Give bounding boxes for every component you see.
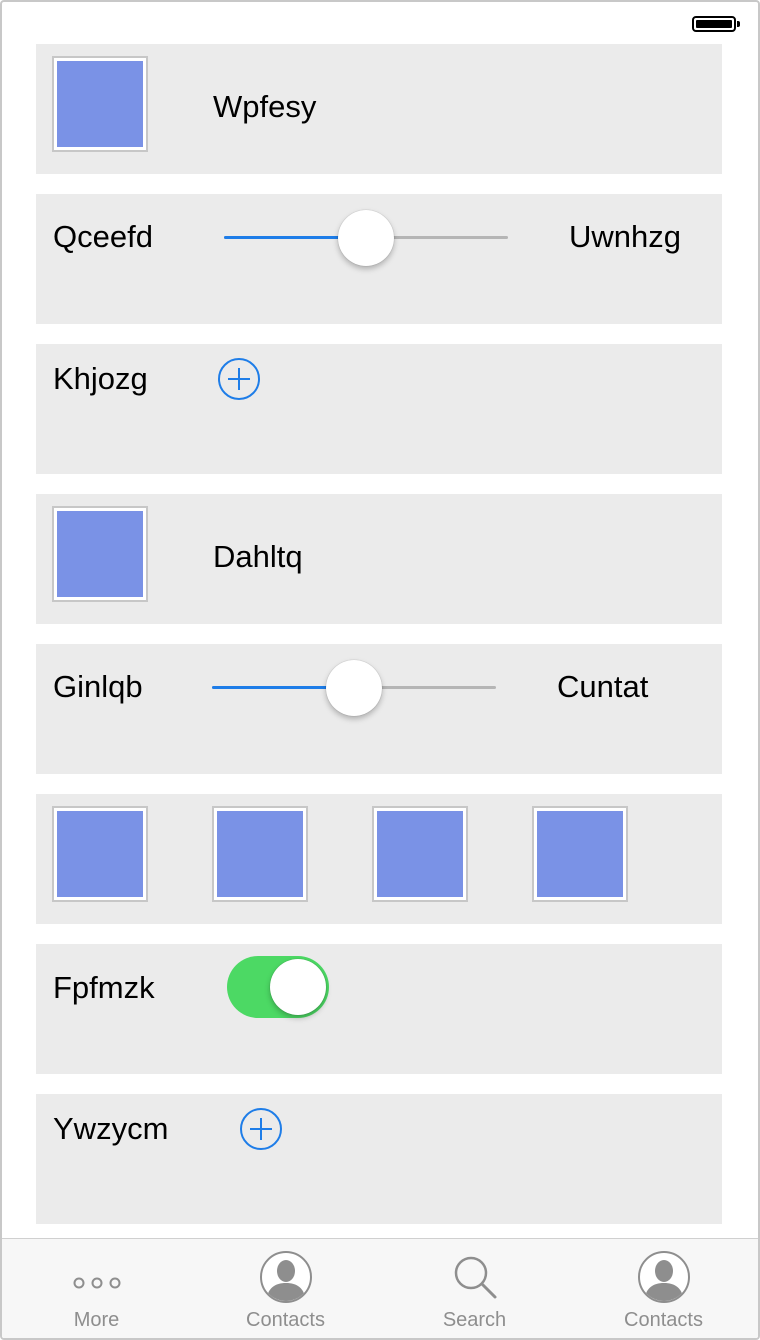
list-row-wpfesy: Wpfesy [36,44,722,174]
list-row-ywzycm: Ywzycm [36,1094,722,1224]
tab-label: Contacts [624,1309,703,1331]
app-screen: Wpfesy Qceefd Uwnhzg Khjozg Dahltq Ginlq… [0,0,760,1340]
list-row-slider-1: Qceefd Uwnhzg [36,194,722,324]
row-label: Fpfmzk [53,970,155,1005]
tab-label: Search [442,1309,507,1331]
list-row-khjozg: Khjozg [36,344,722,474]
toggle-switch[interactable] [227,956,329,1018]
slider-right-label: Uwnhzg [569,219,681,254]
slider-thumb[interactable] [338,210,394,266]
tab-contacts-2[interactable]: Contacts [569,1239,758,1338]
list-row-images [36,794,722,924]
battery-icon [692,16,740,32]
image-thumbnail[interactable] [212,806,308,902]
slider[interactable] [224,210,508,266]
more-icon [73,1277,120,1289]
row-label: Dahltq [213,539,303,574]
add-button[interactable] [218,358,260,400]
contacts-icon [637,1251,690,1303]
row-label: Wpfesy [213,89,317,124]
tab-search[interactable]: Search [380,1239,569,1338]
row-label: Khjozg [53,361,148,396]
slider-thumb[interactable] [326,660,382,716]
image-thumbnail[interactable] [52,506,148,602]
image-thumbnail[interactable] [532,806,628,902]
image-thumbnail[interactable] [52,806,148,902]
list-row-slider-2: Ginlqb Cuntat [36,644,722,774]
slider-left-label: Ginlqb [53,669,143,704]
image-thumbnail[interactable] [372,806,468,902]
slider-left-label: Qceefd [53,219,153,254]
tab-label: Contacts [246,1309,325,1331]
tab-more[interactable]: More [2,1239,191,1338]
tab-label: More [73,1309,120,1331]
search-icon [454,1256,496,1299]
list-row-fpfmzk: Fpfmzk [36,944,722,1074]
tab-bar: More Contacts Search Contacts [2,1238,758,1338]
tab-contacts[interactable]: Contacts [191,1239,380,1338]
image-thumbnail[interactable] [52,56,148,152]
row-label: Ywzycm [53,1111,169,1146]
toggle-knob [270,959,326,1015]
add-button[interactable] [240,1108,282,1150]
slider[interactable] [212,660,496,716]
contacts-icon [259,1251,312,1303]
slider-right-label: Cuntat [557,669,649,704]
list-row-dahltq: Dahltq [36,494,722,624]
